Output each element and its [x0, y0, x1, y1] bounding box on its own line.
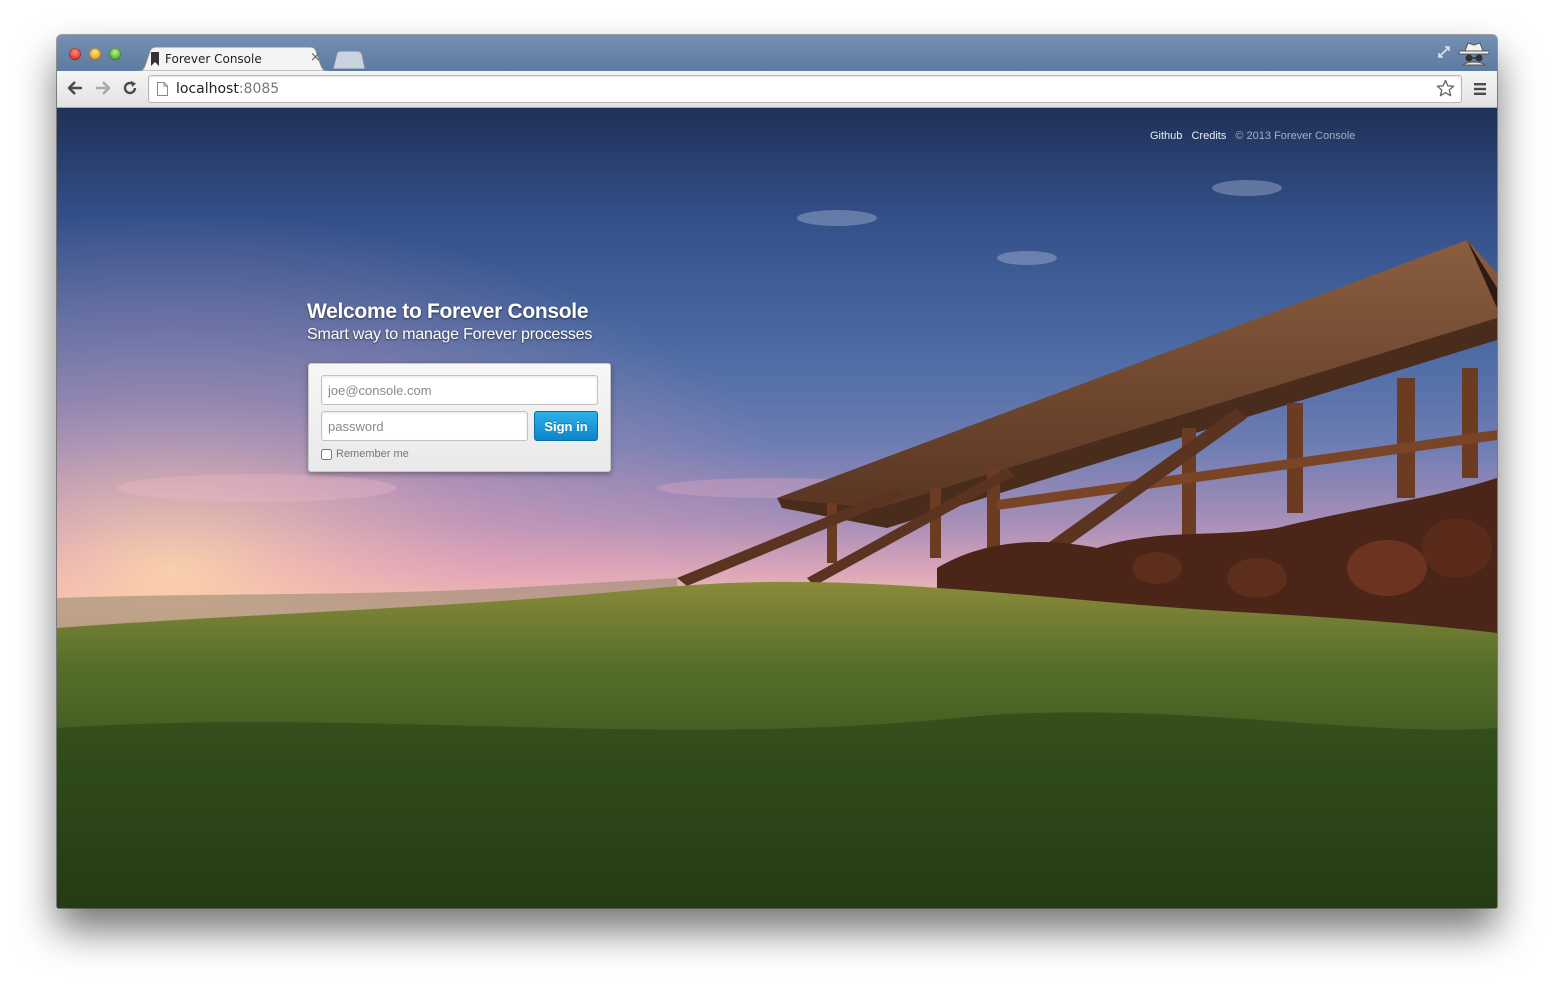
- browser-toolbar: localhost:8085: [57, 71, 1497, 108]
- arrow-left-icon[interactable]: [66, 80, 84, 96]
- minimize-window-button[interactable]: [89, 48, 101, 60]
- fullscreen-icon[interactable]: [1437, 45, 1451, 59]
- tab-forever-console[interactable]: Forever Console ×: [137, 47, 329, 71]
- background-landscape-image: [57, 108, 1497, 908]
- address-bar[interactable]: localhost:8085: [148, 75, 1462, 103]
- close-window-button[interactable]: [69, 48, 81, 60]
- remember-me-checkbox[interactable]: [321, 449, 332, 460]
- page-subtitle: Smart way to manage Forever processes: [307, 326, 593, 343]
- close-tab-icon[interactable]: ×: [310, 51, 321, 65]
- page-icon: [157, 82, 168, 96]
- header-links: Github Credits © 2013 Forever Console: [1150, 130, 1361, 142]
- url-port: :8085: [238, 81, 280, 97]
- copyright-text: © 2013 Forever Console: [1235, 130, 1356, 142]
- browser-window: Forever Console × localhost:8085 Github …: [57, 35, 1497, 908]
- tab-title: Forever Console: [165, 52, 262, 66]
- email-field[interactable]: [321, 375, 598, 405]
- tab-strip: Forever Console ×: [57, 35, 1497, 71]
- incognito-icon: [1458, 42, 1490, 66]
- url-text: localhost:8085: [176, 81, 279, 97]
- remember-me-label[interactable]: Remember me: [336, 448, 409, 460]
- sign-in-button[interactable]: Sign in: [534, 411, 598, 441]
- password-field[interactable]: [321, 411, 528, 441]
- star-icon[interactable]: [1436, 79, 1455, 98]
- login-form: Sign in Remember me: [308, 363, 611, 472]
- bookmark-favicon-icon: [150, 52, 160, 71]
- arrow-right-icon[interactable]: [94, 80, 112, 96]
- zoom-window-button[interactable]: [109, 48, 121, 60]
- url-host: localhost: [176, 81, 239, 97]
- hero: Welcome to Forever Console Smart way to …: [307, 300, 592, 344]
- hamburger-menu-icon[interactable]: [1473, 82, 1487, 96]
- github-link[interactable]: Github: [1150, 130, 1182, 142]
- new-tab-button[interactable]: [333, 51, 365, 69]
- page-title: Welcome to Forever Console: [307, 300, 589, 323]
- credits-link[interactable]: Credits: [1191, 130, 1226, 142]
- reload-icon[interactable]: [122, 80, 138, 96]
- page-content: Github Credits © 2013 Forever Console We…: [57, 108, 1497, 908]
